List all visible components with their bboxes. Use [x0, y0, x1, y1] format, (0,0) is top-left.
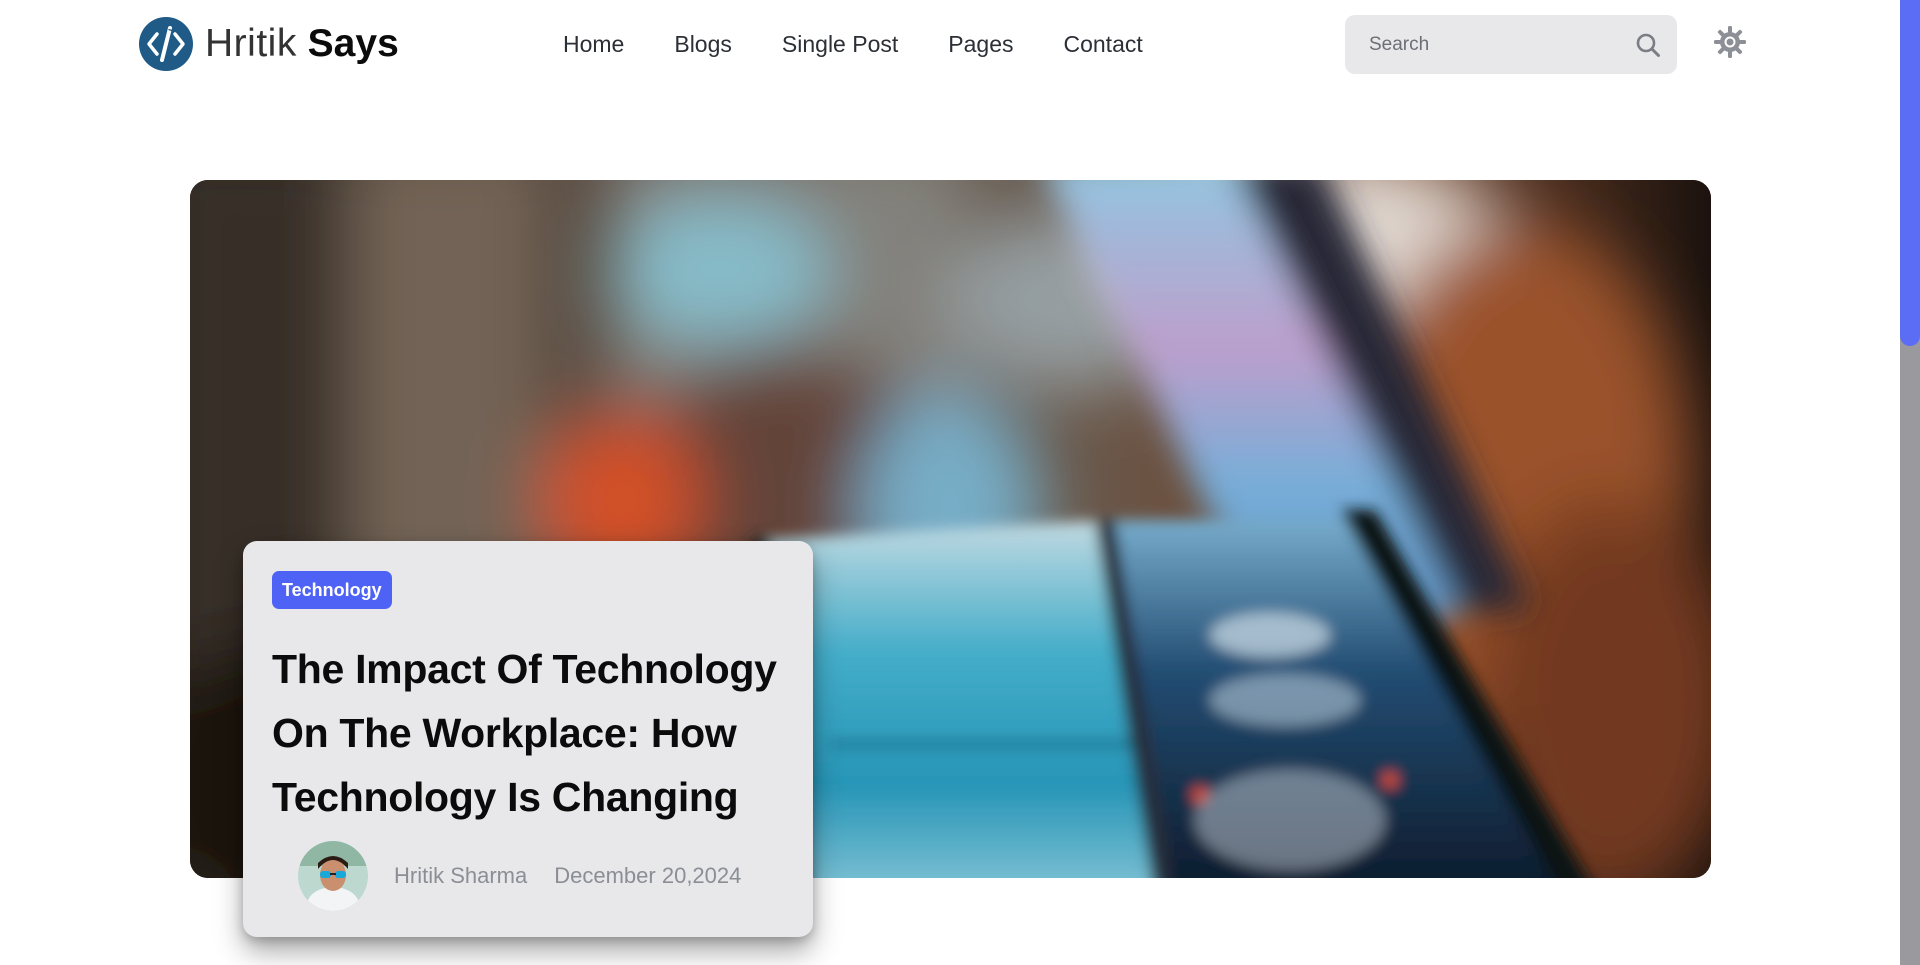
nav-blogs[interactable]: Blogs	[674, 28, 732, 60]
main-nav: Home Blogs Single Post Pages Contact	[563, 28, 1193, 60]
category-tag[interactable]: Technology	[272, 571, 392, 609]
site-logo[interactable]: Hritik Says	[139, 17, 399, 71]
featured-post-card[interactable]: Technology The Impact Of Technology On T…	[243, 541, 813, 937]
site-name-light: Hritik	[205, 22, 297, 65]
author-name[interactable]: Hritik Sharma	[394, 863, 527, 889]
nav-pages[interactable]: Pages	[948, 28, 1013, 60]
search-input[interactable]	[1345, 15, 1625, 74]
search-box	[1345, 15, 1677, 74]
post-title[interactable]: The Impact Of Technology On The Workplac…	[272, 637, 785, 829]
nav-contact[interactable]: Contact	[1063, 28, 1142, 60]
site-header: Hritik Says Home Blogs Single Post Pages…	[0, 0, 1900, 90]
nav-single-post[interactable]: Single Post	[782, 28, 898, 60]
sun-icon[interactable]	[1712, 24, 1748, 60]
search-icon[interactable]	[1633, 30, 1663, 60]
author-avatar[interactable]	[298, 841, 368, 911]
page: Hritik Says Home Blogs Single Post Pages…	[0, 0, 1920, 965]
code-logo-icon	[139, 17, 193, 71]
post-date: December 20,2024	[554, 863, 742, 888]
page-scrollbar-thumb[interactable]	[1900, 0, 1920, 346]
post-meta: Hritik Sharma December 20,2024	[298, 841, 741, 911]
site-name-bold: Says	[307, 22, 399, 65]
site-name: Hritik Says	[205, 17, 399, 71]
nav-home[interactable]: Home	[563, 28, 624, 60]
